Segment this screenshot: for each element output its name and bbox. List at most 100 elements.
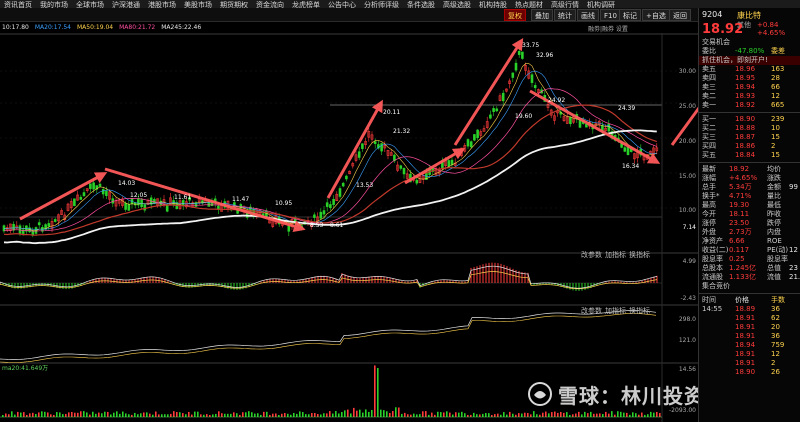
volume-bar (245, 412, 247, 417)
trading-opportunity-row: 交易机会 (699, 38, 800, 47)
menu-item-13[interactable]: 机构持股 (475, 1, 511, 8)
stat-label-2: ROE (767, 237, 782, 245)
draw-line-button[interactable]: 画线 (577, 9, 599, 21)
menu-item-14[interactable]: 热点题材 (511, 1, 547, 8)
volume-bar (389, 412, 391, 417)
volume-bar (617, 411, 619, 417)
back-button[interactable]: 返回 (669, 9, 691, 21)
bid-row-label: 买五 (702, 151, 716, 159)
menu-item-12[interactable]: 高级选股 (439, 1, 475, 8)
volume-bar (341, 412, 343, 417)
margin-links[interactable]: 融劵|融券 设置 (588, 24, 628, 33)
volume-bar (65, 413, 67, 417)
volume-bar (131, 414, 133, 417)
volume-bar (518, 413, 520, 417)
bid-row: 买一 18.90 239 (699, 115, 800, 124)
candle-body (105, 190, 108, 196)
restore-rights-button[interactable]: 复权 (504, 9, 526, 21)
annotation-m2: 21.32 (393, 128, 411, 135)
menu-item-15[interactable]: 高级行情 (547, 1, 583, 8)
volume-bar (392, 411, 394, 417)
stat-value: 2.73万 (729, 228, 752, 236)
macd-switch-indicator-link[interactable]: 换指标 (629, 250, 650, 260)
f10-button[interactable]: F10 (600, 9, 621, 21)
menu-item-9[interactable]: 公告中心 (324, 1, 360, 8)
volume-bar (35, 414, 37, 417)
menu-item-2[interactable]: 全球市场 (72, 1, 108, 8)
stat-row: 净资产 6.66 ROE (699, 237, 800, 246)
candle-body (361, 143, 364, 149)
volume-bar (395, 407, 397, 417)
candle-body (357, 151, 361, 158)
stat-label: 集合竞价 (702, 282, 730, 290)
volume-bar (578, 411, 580, 417)
volume-bar (251, 412, 253, 417)
stats-button[interactable]: 统计 (554, 9, 576, 21)
volume-bar (473, 412, 475, 417)
mark-button[interactable]: 标记 (619, 9, 641, 21)
ma-legend-item: MA20:17.54 (34, 24, 71, 31)
macd-add-indicator-link[interactable]: 加指标 (605, 250, 626, 260)
stat-label: 今开 (702, 210, 716, 218)
volume-bar (410, 414, 412, 417)
obv-add-indicator-link[interactable]: 加指标 (605, 306, 626, 316)
volume-bar (530, 414, 532, 417)
promo-text[interactable]: 抓住机会，即刻开户! (702, 56, 768, 65)
volume-bar (566, 412, 568, 417)
candle-body (511, 72, 515, 78)
volume-bar (497, 413, 499, 417)
menu-item-5[interactable]: 美股市场 (180, 1, 216, 8)
volume-bar (467, 414, 469, 417)
menu-item-11[interactable]: 条件选股 (403, 1, 439, 8)
menu-item-6[interactable]: 期货期权 (216, 1, 252, 8)
obv-params-link[interactable]: 改参数 (581, 306, 602, 316)
volume-bar (206, 414, 208, 417)
order-ratio-label: 委比 (702, 47, 716, 55)
macd-params-link[interactable]: 改参数 (581, 250, 602, 260)
snowball-logo-icon (528, 382, 552, 406)
bid-row-label: 买二 (702, 124, 716, 132)
ask-row: 卖一 18.92 665 (699, 101, 800, 110)
menu-item-8[interactable]: 龙虎榜单 (288, 1, 324, 8)
volume-bar (275, 413, 277, 417)
stat-row: 涨幅 +4.65% 涨跌 (699, 174, 800, 183)
vol-axis-top: 14.56 (678, 366, 696, 373)
volume-bar (188, 411, 190, 417)
volume-bar (461, 411, 463, 417)
volume-bar (242, 412, 244, 417)
bid-row: 买三 18.87 15 (699, 133, 800, 142)
add-watchlist-button[interactable]: +自选 (642, 9, 670, 21)
price-axis-label-low: 7.14 (682, 224, 696, 231)
menu-item-4[interactable]: 港股市场 (144, 1, 180, 8)
overlay-button[interactable]: 叠加 (531, 9, 553, 21)
volume-bar (422, 411, 424, 417)
obv-switch-indicator-link[interactable]: 换指标 (629, 306, 650, 316)
menu-item-7[interactable]: 资金流向 (252, 1, 288, 8)
volume-bar (248, 411, 250, 417)
volume-bar (323, 413, 325, 417)
stat-label: 股息率 (702, 255, 723, 263)
last-price: 18.92 (702, 22, 744, 37)
candle-body (345, 175, 348, 180)
tick-row: 18.94 759 (699, 341, 800, 350)
menu-item-1[interactable]: 我的市场 (36, 1, 72, 8)
volume-bar (272, 413, 274, 417)
menu-item-0[interactable]: 资讯首页 (0, 1, 36, 8)
menu-item-16[interactable]: 机构调研 (583, 1, 619, 8)
candle-body (341, 182, 345, 187)
menu-item-3[interactable]: 沪深港通 (108, 1, 144, 8)
volume-bar (506, 414, 508, 417)
volume-bar (485, 412, 487, 417)
menu-item-10[interactable]: 分析师评级 (360, 1, 403, 8)
volume-ma-label: ma20:41.649万 (2, 365, 49, 372)
annotation-p3: 19.60 (515, 113, 533, 120)
tick-list: 14:55 18.89 36 18.91 62 18.91 20 18.91 36 18.94 75… (699, 305, 800, 377)
volume-bar (44, 411, 46, 417)
bid-row-price: 18.86 (735, 142, 756, 150)
promo-banner[interactable]: 抓住机会，即刻开户! (699, 56, 800, 65)
volume-bar (23, 412, 25, 417)
kline-chart[interactable] (0, 33, 698, 422)
volume-bar (635, 413, 637, 417)
volume-bar (83, 411, 85, 417)
price-axis-label-15: 15.00 (678, 173, 696, 180)
